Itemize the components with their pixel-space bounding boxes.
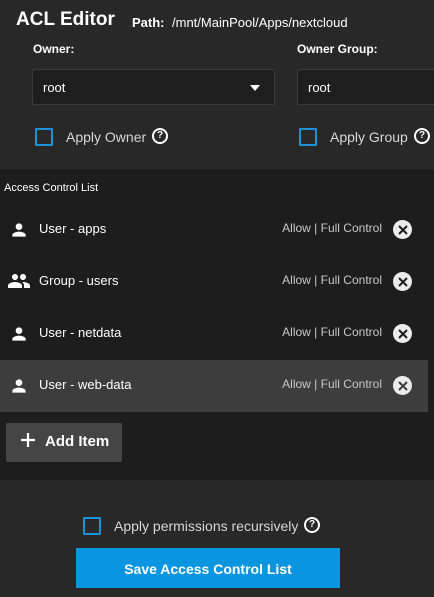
user-icon [9, 220, 29, 240]
remove-item-icon[interactable] [393, 220, 412, 239]
acl-item-permission: Allow | Full Control [282, 325, 382, 339]
acl-item-permission: Allow | Full Control [282, 273, 382, 287]
path-label: Path: [132, 15, 165, 30]
acl-panel: Access Control List User - apps Allow | … [0, 169, 434, 480]
acl-item-permission: Allow | Full Control [282, 377, 382, 391]
apply-recursive-checkbox[interactable] [83, 517, 101, 535]
remove-item-icon[interactable] [393, 324, 412, 343]
apply-owner-checkbox[interactable] [35, 128, 53, 146]
save-acl-button[interactable]: Save Access Control List [76, 548, 340, 588]
group-icon [7, 272, 31, 292]
acl-item-permission: Allow | Full Control [282, 221, 382, 235]
plus-icon [19, 431, 37, 454]
remove-item-icon[interactable] [393, 272, 412, 291]
path-value: /mnt/MainPool/Apps/nextcloud [172, 15, 348, 30]
chevron-down-icon [250, 85, 260, 91]
add-item-label: Add Item [45, 433, 110, 450]
acl-item[interactable]: Group - users Allow | Full Control [0, 256, 428, 308]
user-icon [9, 324, 29, 344]
owner-select-value: root [43, 80, 66, 95]
user-icon [9, 376, 29, 396]
add-item-button[interactable]: Add Item [6, 423, 122, 462]
acl-title: Access Control List [4, 182, 99, 194]
apply-group-checkbox[interactable] [299, 128, 317, 146]
help-icon[interactable]: ? [414, 128, 430, 144]
owner-label: Owner: [33, 42, 75, 56]
acl-item-label: User - apps [39, 221, 107, 236]
apply-group-label: Apply Group [330, 129, 408, 145]
help-icon[interactable]: ? [152, 128, 168, 144]
apply-owner-label: Apply Owner [66, 129, 147, 145]
apply-recursive-label: Apply permissions recursively [114, 518, 299, 534]
acl-item-label: Group - users [39, 273, 119, 288]
page-title: ACL Editor [16, 9, 115, 30]
acl-item[interactable]: User - netdata Allow | Full Control [0, 308, 428, 360]
acl-item[interactable]: User - web-data Allow | Full Control [0, 360, 428, 412]
owner-group-select-value: root [308, 80, 331, 95]
acl-item-label: User - netdata [39, 325, 122, 340]
acl-item-label: User - web-data [39, 377, 132, 392]
owner-group-label: Owner Group: [297, 42, 378, 56]
remove-item-icon[interactable] [393, 376, 412, 395]
owner-group-select[interactable]: root [297, 69, 434, 105]
help-icon[interactable]: ? [304, 517, 320, 533]
owner-select[interactable]: root [32, 69, 275, 105]
acl-item[interactable]: User - apps Allow | Full Control [0, 204, 428, 256]
